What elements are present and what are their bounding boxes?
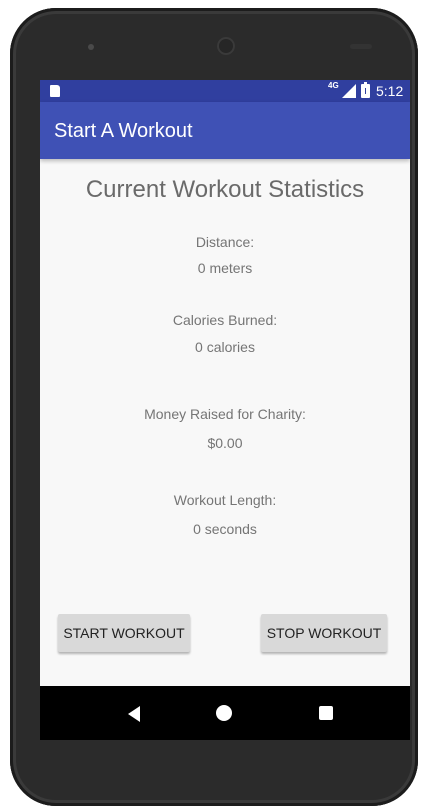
home-icon[interactable] bbox=[216, 705, 232, 721]
app-title: Start A Workout bbox=[54, 120, 193, 142]
distance-label: Distance: bbox=[195, 234, 255, 250]
battery-icon bbox=[361, 82, 370, 98]
stop-workout-button[interactable]: STOP WORKOUT bbox=[261, 614, 387, 652]
speaker-icon bbox=[88, 44, 94, 50]
back-icon[interactable] bbox=[128, 706, 140, 722]
start-workout-button[interactable]: START WORKOUT bbox=[58, 614, 190, 652]
calories-value: 0 calories bbox=[195, 339, 255, 355]
workout-length-label: Workout Length: bbox=[173, 492, 277, 508]
calories-label: Calories Burned: bbox=[172, 312, 278, 328]
recents-icon[interactable] bbox=[319, 706, 333, 720]
network-type: 4G bbox=[328, 81, 339, 90]
money-label: Money Raised for Charity: bbox=[144, 406, 306, 422]
status-time: 5:12 bbox=[376, 83, 404, 99]
status-bar: 4G 5:12 bbox=[40, 80, 410, 102]
sensor-icon bbox=[350, 44, 372, 49]
phone-frame: 4G 5:12 Start A Workout Current Workout … bbox=[10, 8, 418, 806]
navigation-bar bbox=[40, 686, 410, 740]
workout-length-value: 0 seconds bbox=[193, 521, 257, 537]
stats-heading: Current Workout Statistics bbox=[85, 176, 365, 203]
money-value: $0.00 bbox=[207, 435, 243, 451]
sd-card-icon bbox=[50, 85, 60, 97]
signal-icon bbox=[342, 84, 356, 98]
screen: 4G 5:12 Start A Workout Current Workout … bbox=[40, 80, 410, 740]
camera-icon bbox=[217, 37, 235, 55]
app-bar: Start A Workout bbox=[40, 102, 410, 159]
distance-value: 0 meters bbox=[197, 260, 253, 276]
